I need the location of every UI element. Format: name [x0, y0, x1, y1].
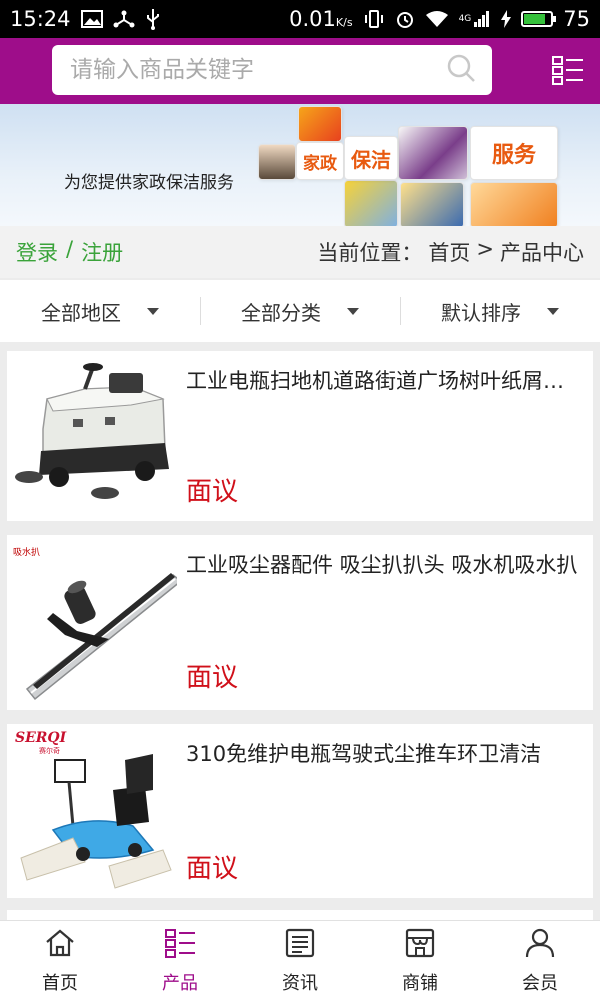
caret-down-icon: [147, 307, 159, 315]
user-icon: [525, 928, 555, 963]
banner-word-1: 家政: [296, 142, 344, 180]
login-link[interactable]: 登录: [16, 237, 58, 267]
shop-icon: [404, 928, 436, 963]
caret-down-icon: [347, 307, 359, 315]
product-image-caption: 吸水扒: [13, 548, 41, 558]
wifi-icon: [425, 10, 449, 28]
location-label: 当前位置：: [317, 241, 423, 265]
product-image: SERQI 赛尔奇: [13, 730, 177, 892]
usb-icon: [145, 8, 161, 30]
filter-sort[interactable]: 默认排序: [400, 280, 600, 342]
image-icon: [80, 10, 103, 28]
filter-region[interactable]: 全部地区: [0, 280, 200, 342]
product-image: 吸水扒: [13, 543, 183, 703]
banner-photo-iron: [398, 126, 468, 180]
product-title[interactable]: 工业吸尘器配件 吸尘扒扒头 吸水机吸水扒: [186, 549, 578, 579]
promo-banner[interactable]: 为您提供家政保洁服务 家政 保洁 服务: [0, 104, 600, 226]
breadcrumb-arrow: >: [476, 237, 494, 261]
product-price: 面议: [186, 854, 239, 884]
category-menu-icon[interactable]: [552, 56, 584, 86]
product-price: 面议: [186, 477, 239, 507]
product-card[interactable]: SERQI 赛尔奇 310免维护电瓶驾驶式尘推车环卫清洁 面议: [7, 724, 593, 898]
search-input[interactable]: [68, 56, 446, 84]
breadcrumb-current: 产品中心: [500, 241, 584, 265]
banner-photo-child: [400, 182, 464, 226]
battery-level: 75: [563, 7, 590, 31]
product-image: [13, 359, 177, 511]
nav-shops-label: 商铺: [402, 972, 438, 994]
home-icon: [44, 928, 76, 963]
status-time: 15:24: [10, 7, 71, 31]
filter-sort-label: 默认排序: [441, 300, 521, 325]
banner-word-2: 保洁: [344, 136, 398, 180]
brand-logo-sub: 赛尔奇: [39, 747, 60, 755]
product-title[interactable]: 310免维护电瓶驾驶式尘推车环卫清洁: [186, 738, 578, 768]
product-card[interactable]: 工业电瓶扫地机道路街道广场树叶纸屑清扫车 面议: [7, 351, 593, 521]
product-card[interactable]: [7, 910, 593, 920]
nav-member[interactable]: 会员: [480, 921, 600, 1001]
filter-region-label: 全部地区: [41, 300, 121, 325]
nav-member-label: 会员: [522, 972, 558, 994]
signal-icon: 4G: [459, 10, 492, 28]
nav-news-label: 资讯: [282, 972, 318, 994]
bottom-nav: 首页 产品 资讯 商铺 会员: [0, 920, 600, 1001]
banner-photo-cleaner: [258, 144, 296, 180]
product-price: 面议: [186, 663, 239, 693]
breadcrumb: 当前位置： 首页 > 产品中心: [317, 237, 584, 267]
search-box[interactable]: [52, 45, 492, 95]
brand-logo: SERQI: [15, 730, 67, 746]
banner-photo-window: [344, 180, 398, 226]
filter-category[interactable]: 全部分类: [200, 280, 400, 342]
product-title[interactable]: 工业电瓶扫地机道路街道广场树叶纸屑清扫车: [186, 365, 578, 395]
news-icon: [285, 928, 315, 963]
alarm-icon: [395, 9, 415, 29]
breadcrumb-home[interactable]: 首页: [428, 237, 470, 267]
nav-products[interactable]: 产品: [120, 921, 240, 1001]
battery-icon: [521, 11, 557, 27]
app-header: [0, 38, 600, 104]
vibrate-icon: [363, 9, 385, 29]
breadcrumb-bar: 登录 / 注册 当前位置： 首页 > 产品中心: [0, 226, 600, 278]
list-icon: [164, 928, 196, 963]
banner-tagline: 为您提供家政保洁服务: [64, 173, 234, 193]
nav-shops[interactable]: 商铺: [360, 921, 480, 1001]
product-card[interactable]: 吸水扒 工业吸尘器配件 吸尘扒扒头 吸水机吸水扒 面议: [7, 535, 593, 710]
network-speed: 0.01K/s: [289, 7, 353, 31]
banner-photo-fruit: [298, 106, 342, 142]
status-bar: 15:24 0.01K/s 4G 75: [0, 0, 600, 38]
filter-category-label: 全部分类: [241, 300, 321, 325]
search-icon[interactable]: [446, 53, 476, 87]
nav-products-label: 产品: [162, 972, 198, 994]
nav-home-label: 首页: [42, 972, 78, 994]
charging-icon: [501, 10, 512, 28]
register-link[interactable]: 注册: [81, 237, 123, 267]
banner-photo-worker: [470, 182, 558, 226]
share-icon: [113, 9, 135, 29]
banner-word-3: 服务: [470, 126, 558, 180]
auth-separator: /: [66, 237, 74, 261]
nav-news[interactable]: 资讯: [240, 921, 360, 1001]
nav-home[interactable]: 首页: [0, 921, 120, 1001]
filter-bar: 全部地区 全部分类 默认排序: [0, 280, 600, 342]
auth-links: 登录 / 注册: [16, 237, 123, 267]
caret-down-icon: [547, 307, 559, 315]
